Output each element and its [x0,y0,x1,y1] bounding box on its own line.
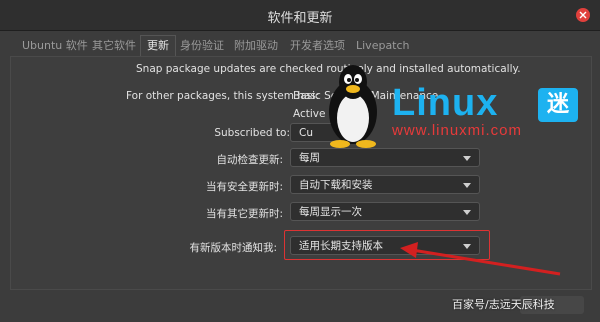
tux-penguin-logo [329,65,377,148]
linuxmi-logo-text: Linux [392,82,499,124]
linuxmi-logo-url: www.linuxmi.com [392,122,523,139]
software-updates-window: 软件和更新 Ubuntu 软件 其它软件 更新 身份验证 附加驱动 开发者选项 … [0,0,600,322]
linuxmi-logo-badge: 迷 [538,88,578,122]
source-watermark: 百家号/志远天辰科技 [452,298,555,311]
red-pointer-arrow [400,242,561,276]
